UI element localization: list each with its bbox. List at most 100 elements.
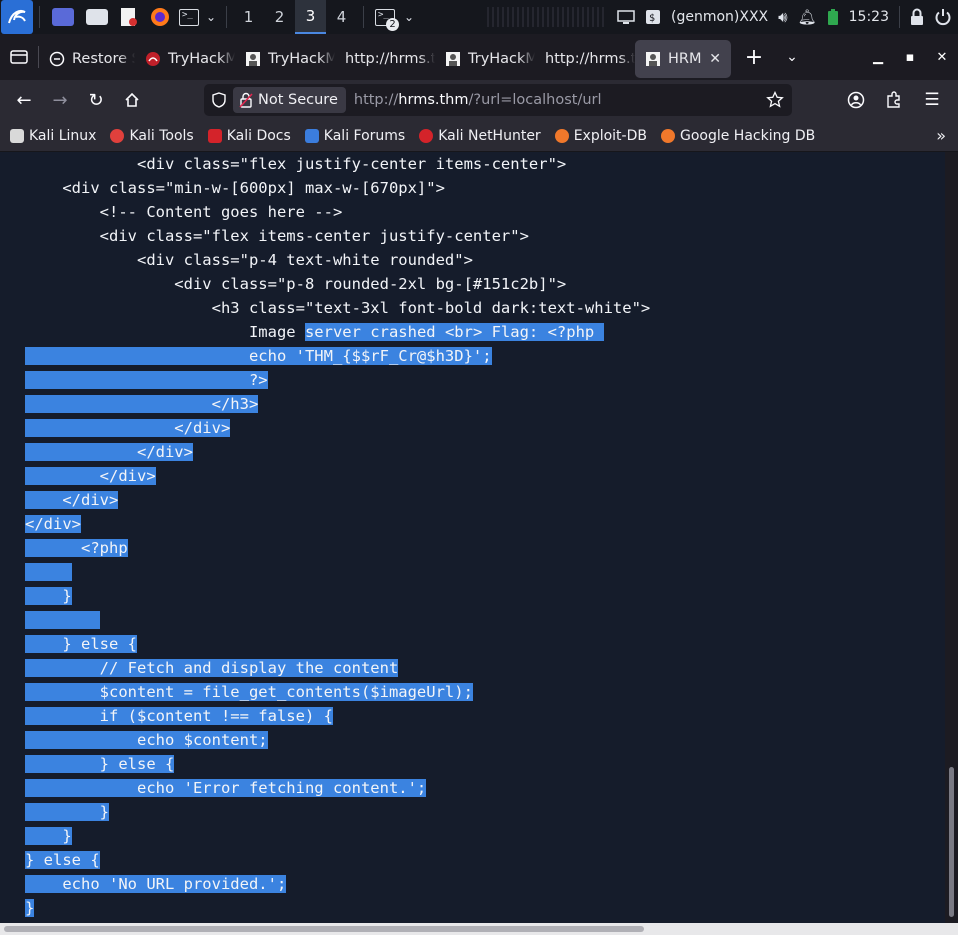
selected-code-text: </div>	[25, 419, 231, 437]
not-secure-label: Not Secure	[258, 92, 338, 108]
code-line: // Fetch and display the content	[25, 656, 650, 680]
bookmark-kali-tools[interactable]: Kali Tools	[110, 128, 194, 144]
text-editor-icon[interactable]	[114, 0, 144, 34]
code-line: </div>	[25, 512, 650, 536]
window-controls: ▁ ▪ ✕	[862, 34, 958, 80]
bookmark-star-icon[interactable]	[766, 91, 784, 109]
horizontal-scroll-thumb[interactable]	[4, 926, 644, 932]
code-line: }	[25, 896, 650, 920]
shield-icon[interactable]	[212, 92, 226, 108]
clock[interactable]: 15:23	[849, 9, 889, 25]
chevron-down-icon[interactable]: ⌄	[400, 0, 418, 34]
selected-code-text: }	[25, 803, 109, 821]
file-manager-icon[interactable]	[80, 0, 114, 34]
terminal-window-button[interactable]: >_ 2	[370, 0, 400, 34]
tab-hrms-active[interactable]: HRMS ✕	[635, 40, 731, 78]
minimize-icon[interactable]: ▁	[862, 34, 894, 80]
code-line: echo $content;	[25, 728, 650, 752]
forward-button[interactable]: →	[42, 84, 78, 116]
reload-button[interactable]: ↻	[78, 84, 114, 116]
source-code-view[interactable]: <div class="flex justify-center items-ce…	[25, 152, 650, 920]
code-line: $content = file_get_contents($imageUrl);	[25, 680, 650, 704]
selected-code-text: </h3>	[25, 395, 259, 413]
vertical-scroll-thumb[interactable]	[949, 767, 954, 917]
selected-code-text: </div>	[25, 467, 156, 485]
code-text: <div class="min-w-[600px] max-w-[670px]"…	[25, 179, 445, 197]
bookmark-kali-forums[interactable]: Kali Forums	[304, 128, 405, 144]
not-secure-indicator[interactable]: Not Secure	[233, 87, 346, 113]
bookmark-kali-linux[interactable]: Kali Linux	[10, 128, 96, 144]
vertical-scrollbar[interactable]	[945, 152, 958, 923]
lock-icon[interactable]	[910, 8, 924, 26]
tab-hrms-url[interactable]: http://hrms.t	[535, 40, 635, 78]
maximize-icon[interactable]: ▪	[894, 34, 926, 80]
bookmarks-toolbar: Kali Linux Kali Tools Kali Docs Kali For…	[0, 120, 958, 152]
puzzle-icon	[887, 91, 900, 108]
genmon-icon: $	[645, 10, 660, 24]
chevron-down-icon[interactable]: ⌄	[202, 0, 220, 34]
volume-icon[interactable]: 🔊︎	[778, 8, 787, 26]
home-button[interactable]	[114, 84, 150, 116]
list-all-tabs-button[interactable]: ⌄	[773, 34, 811, 80]
extensions-button[interactable]	[876, 84, 912, 116]
taskbar-separator	[363, 6, 364, 28]
code-line: if ($content !== false) {	[25, 704, 650, 728]
display-icon[interactable]	[617, 9, 635, 25]
bookmark-kali-docs[interactable]: Kali Docs	[207, 127, 291, 144]
tab-hrms-url[interactable]: http://hrms.t	[335, 40, 435, 78]
hamburger-menu-icon: ☰	[924, 90, 940, 110]
battery-icon[interactable]	[827, 8, 839, 26]
firefox-view-icon	[10, 50, 28, 64]
close-tab-icon[interactable]: ✕	[709, 51, 721, 67]
tab-restore-session[interactable]: Restore S	[39, 40, 135, 78]
tab-tryhackme[interactable]: TryHackM	[435, 40, 535, 78]
url-text[interactable]: http://hrms.thm/?url=localhost/url	[354, 92, 602, 108]
navigation-toolbar: ← → ↻ Not Secure http://hrms.thm/?url=lo…	[0, 80, 958, 120]
bookmarks-overflow-icon[interactable]: »	[936, 126, 946, 145]
new-tab-button[interactable]: +	[735, 34, 773, 80]
selected-code-text: </div>	[25, 515, 81, 533]
notification-bell-icon[interactable]: 🔔︎	[798, 8, 817, 26]
code-line	[25, 560, 650, 584]
workspace-2[interactable]: 2	[264, 0, 295, 34]
workspace-3[interactable]: 3	[295, 0, 326, 34]
workspace-4[interactable]: 4	[326, 0, 357, 34]
app-menu-button[interactable]: ☰	[914, 84, 950, 116]
kali-menu-icon[interactable]	[1, 0, 33, 34]
url-host: hrms.thm	[398, 92, 469, 108]
selected-code-text: $content = file_get_contents($imageUrl);	[25, 683, 473, 701]
workspace-1[interactable]: 1	[233, 0, 264, 34]
bookmark-google-hacking-db[interactable]: Google Hacking DB	[660, 127, 816, 144]
code-line: <?php	[25, 536, 650, 560]
url-bar[interactable]: Not Secure http://hrms.thm/?url=localhos…	[204, 84, 792, 116]
kali-forums-icon	[304, 128, 319, 143]
kali-docs-icon	[207, 128, 222, 143]
bookmark-kali-nethunter[interactable]: Kali NetHunter	[419, 128, 541, 144]
code-text: <div class="p-4 text-white rounded">	[25, 251, 473, 269]
code-line: </div>	[25, 440, 650, 464]
power-icon[interactable]	[934, 8, 952, 26]
tab-tryhackme[interactable]: TryHackM	[135, 40, 235, 78]
hrms-icon	[646, 52, 660, 66]
kali-dragon-icon	[10, 128, 24, 143]
terminal-icon[interactable]: >_	[176, 0, 202, 34]
bookmark-label: Google Hacking DB	[679, 127, 816, 144]
bookmark-label: Kali Docs	[226, 127, 291, 144]
selected-code-text: <?php	[25, 539, 128, 557]
tryhackme-icon	[146, 52, 160, 66]
back-button[interactable]: ←	[6, 84, 42, 116]
selected-code-text: }	[25, 827, 72, 845]
firefox-view-button[interactable]	[0, 34, 38, 80]
show-desktop-icon[interactable]	[46, 0, 80, 34]
code-line: </div>	[25, 464, 650, 488]
code-line: } else {	[25, 752, 650, 776]
tab-tryhackme[interactable]: TryHackM	[235, 40, 335, 78]
selected-code-text: echo 'Error fetching content.';	[25, 779, 427, 797]
firefox-icon[interactable]	[144, 0, 176, 34]
horizontal-scrollbar[interactable]	[0, 923, 958, 935]
close-window-icon[interactable]: ✕	[926, 34, 958, 80]
account-button[interactable]	[838, 84, 874, 116]
bookmark-exploit-db[interactable]: Exploit-DB	[554, 128, 647, 144]
selected-code-text: } else {	[25, 851, 100, 869]
genmon-text: (genmon)XXX	[670, 9, 769, 25]
